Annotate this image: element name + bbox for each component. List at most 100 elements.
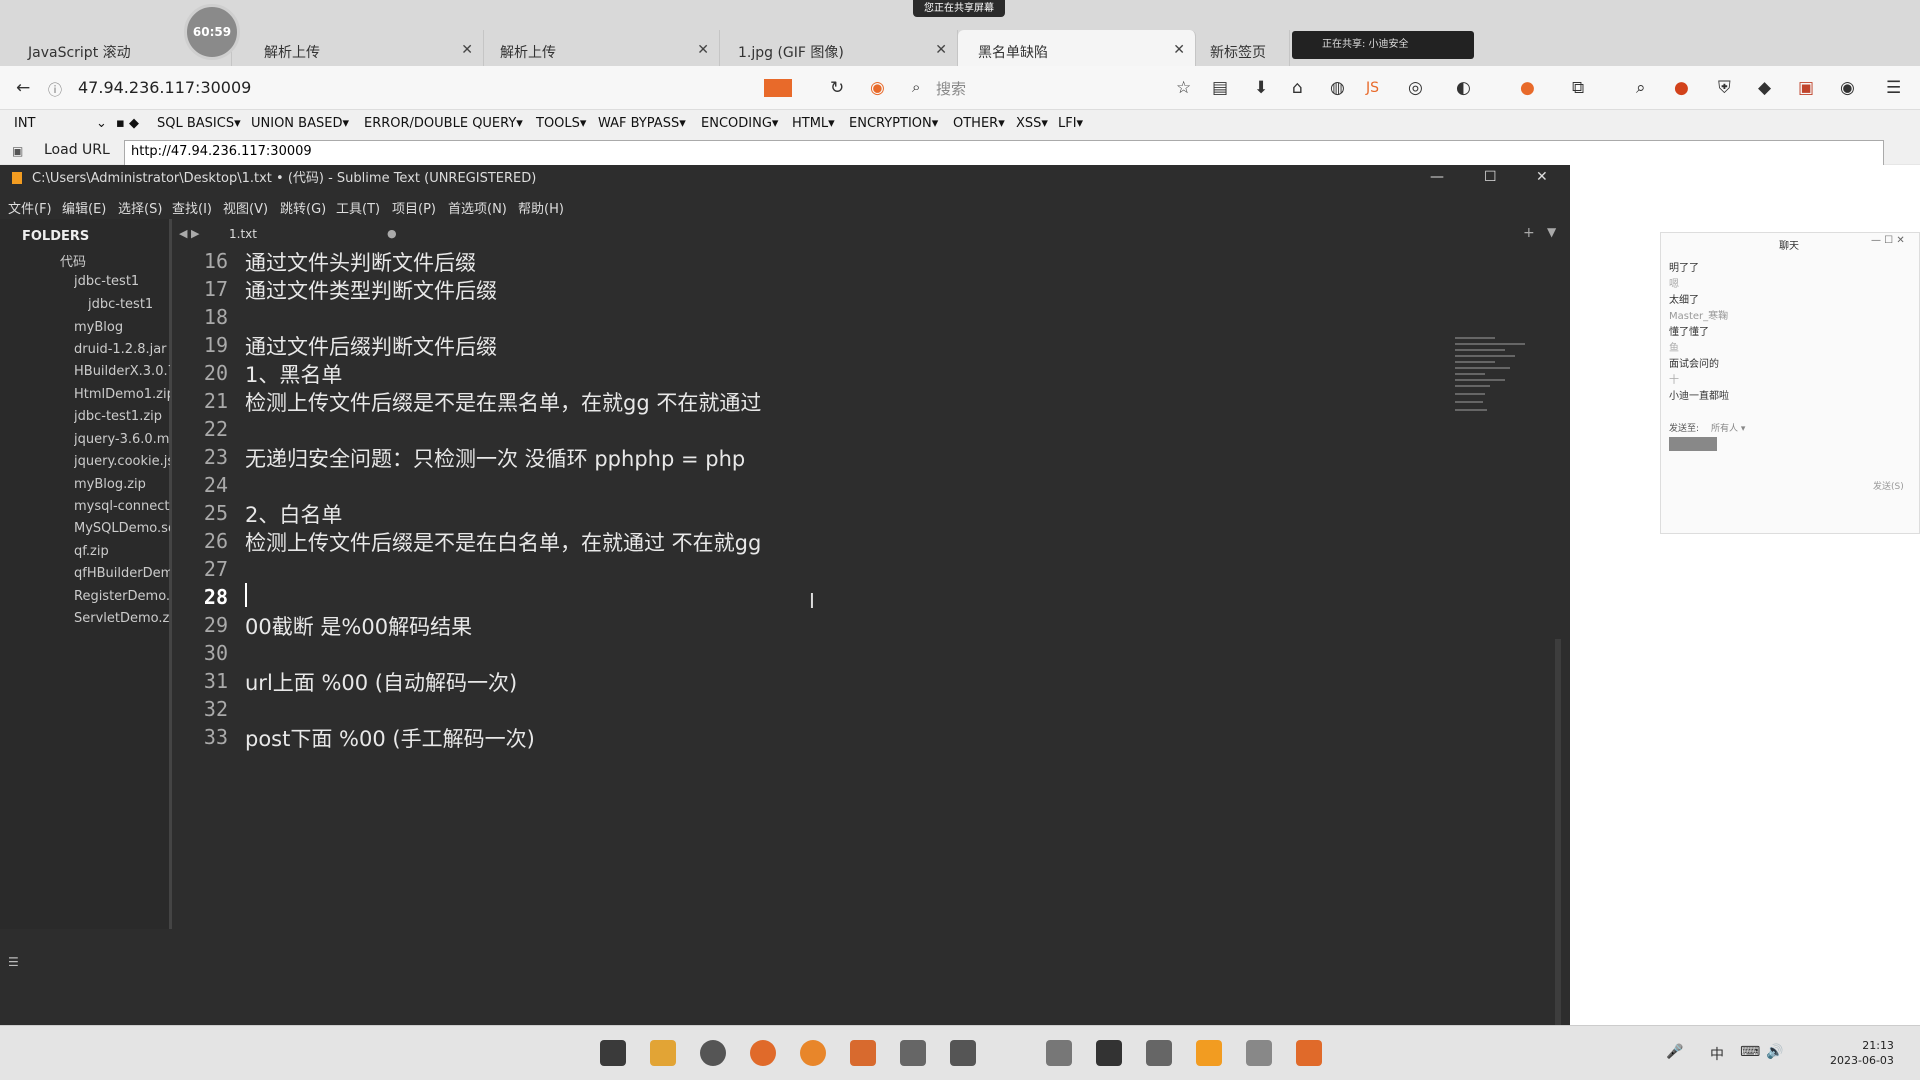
tab-upload-1[interactable]: 解析上传 ✕ (244, 30, 484, 66)
chat-input-selection[interactable] (1669, 437, 1717, 451)
sidebar-item[interactable]: druid-1.2.8.jar (74, 342, 170, 357)
hackbar-xss[interactable]: XSS▾ (1016, 116, 1048, 131)
edge-icon[interactable] (700, 1040, 726, 1066)
app-icon[interactable] (1296, 1040, 1322, 1066)
hackbar-tools[interactable]: TOOLS▾ (536, 116, 586, 131)
home-icon[interactable]: ⌂ (1292, 78, 1303, 98)
microphone-icon[interactable]: 🎤 (1666, 1044, 1683, 1060)
hackbar-waf-bypass[interactable]: WAF BYPASS▾ (598, 116, 686, 131)
fox-icon[interactable]: ● (1520, 78, 1535, 98)
menu-select[interactable]: 选择(S) (118, 198, 162, 217)
hackbar-other[interactable]: OTHER▾ (953, 116, 1005, 131)
menu-file[interactable]: 文件(F) (8, 198, 52, 217)
start-icon[interactable] (600, 1040, 626, 1066)
app-icon[interactable] (900, 1040, 926, 1066)
close-icon[interactable]: ✕ (697, 42, 709, 58)
menu-goto[interactable]: 跳转(G) (280, 198, 326, 217)
js-icon[interactable]: JS (1366, 80, 1379, 96)
chevron-down-icon[interactable]: ▼ (1547, 225, 1556, 239)
chat-window-controls-icon[interactable]: — ☐ ✕ (1871, 235, 1905, 246)
app-icon[interactable]: ▣ (1798, 78, 1814, 98)
system-clock[interactable]: 21:13 2023-06-03 (1830, 1038, 1894, 1068)
menu-edit[interactable]: 编辑(E) (62, 198, 106, 217)
dirty-indicator-icon[interactable]: ● (387, 227, 397, 240)
chevron-down-icon[interactable]: ⌄ (96, 116, 107, 131)
hackbar-lfi[interactable]: LFI▾ (1058, 116, 1083, 131)
sidebar-item[interactable]: jquery.cookie.js (74, 454, 170, 469)
firefox-dev-icon[interactable] (800, 1040, 826, 1066)
hackbar-html[interactable]: HTML▾ (792, 116, 835, 131)
menu-icon[interactable]: ☰ (1886, 78, 1901, 98)
hackbar-int-select[interactable]: INT (14, 116, 36, 131)
sidebar-item[interactable]: jdbc-test1.zip (74, 409, 170, 424)
sidebar-item[interactable]: qfHBuilderDemo (74, 566, 170, 581)
screenshot-icon[interactable]: ⧉ (1572, 78, 1584, 98)
sidebar-item[interactable]: HtmlDemo1.zip (74, 387, 170, 402)
close-icon[interactable]: ✕ (935, 42, 947, 58)
back-icon[interactable]: ← (16, 78, 30, 98)
layers-icon[interactable]: ◆ (1758, 78, 1771, 98)
reader-icon[interactable]: ▤ (1212, 78, 1228, 98)
tab-nav-icon[interactable]: ◀ ▶ (179, 227, 199, 240)
network-icon[interactable]: ⌨ (1740, 1044, 1760, 1060)
tab-file[interactable]: 1.txt (229, 227, 257, 241)
hackbar-union-based[interactable]: UNION BASED▾ (251, 116, 349, 131)
app-icon[interactable] (1146, 1040, 1172, 1066)
sidebar-item[interactable]: jdbc-test1 (74, 274, 170, 289)
sidebar-item[interactable]: 代码 (60, 251, 156, 270)
app-icon[interactable] (950, 1040, 976, 1066)
reload-icon[interactable]: ↻ (830, 78, 844, 98)
tab-blacklist[interactable]: 黑名单缺陷 ✕ (958, 30, 1196, 66)
editor-area[interactable]: 16 通过文件头判断文件后缀 17 通过文件类型判断文件后缀 18 19 通过文件后缀… (175, 249, 1570, 1059)
java-icon[interactable] (1246, 1040, 1272, 1066)
firefox-icon[interactable] (750, 1040, 776, 1066)
menu-view[interactable]: 视图(V) (223, 198, 268, 217)
tab-gif[interactable]: 1.jpg (GIF 图像) ✕ (718, 30, 958, 66)
tab-new[interactable]: 新标签页 (1190, 30, 1290, 66)
menu-project[interactable]: 项目(P) (392, 198, 436, 217)
color-picker-icon[interactable] (764, 79, 792, 97)
profile-icon[interactable]: ◉ (1840, 78, 1855, 98)
sidebar-item[interactable]: myBlog.zip (74, 477, 170, 492)
sidebar-item[interactable]: jdbc-test1 (88, 297, 170, 312)
sublime-icon[interactable] (1196, 1040, 1222, 1066)
menu-preferences[interactable]: 首选项(N) (448, 198, 507, 217)
firefox-icon[interactable]: ◉ (870, 78, 885, 98)
sidebar-item[interactable]: jquery-3.6.0.min (74, 432, 170, 447)
search-input[interactable]: 搜索 (936, 78, 966, 99)
download-icon[interactable]: ⬇ (1254, 78, 1268, 98)
close-icon[interactable]: ✕ (1173, 42, 1185, 58)
minimize-icon[interactable]: — (1430, 169, 1444, 185)
sidebar-item[interactable]: ServletDemo.zip (74, 611, 170, 626)
info-icon[interactable]: ⓘ (48, 80, 62, 100)
palette-icon[interactable]: ◐ (1456, 78, 1471, 98)
hackbar-encryption[interactable]: ENCRYPTION▾ (849, 116, 938, 131)
extension-icon[interactable]: ◎ (1408, 78, 1423, 98)
sidebar-item[interactable]: RegisterDemo.z (74, 589, 170, 604)
sidebar-item[interactable]: mysql-connecto (74, 499, 170, 514)
phpstorm-icon[interactable] (1096, 1040, 1122, 1066)
adblock-icon[interactable]: ● (1674, 78, 1689, 98)
menu-help[interactable]: 帮助(H) (518, 198, 564, 217)
scrollbar[interactable] (1555, 639, 1561, 1059)
app-icon[interactable] (850, 1040, 876, 1066)
send-button[interactable]: 发送(S) (1873, 479, 1904, 492)
menu-find[interactable]: 查找(I) (172, 198, 212, 217)
new-tab-icon[interactable]: + (1523, 225, 1535, 241)
sidebar-item[interactable]: myBlog (74, 320, 170, 335)
list-icon[interactable]: ☰ (8, 955, 19, 969)
send-target-select[interactable]: 所有人 ▾ (1711, 421, 1745, 434)
minimap[interactable] (1455, 337, 1535, 427)
volume-icon[interactable]: 🔊 (1766, 1044, 1783, 1060)
zoom-icon[interactable]: ⌕ (1636, 78, 1646, 98)
sidebar-item[interactable]: HBuilderX.3.0.7. (74, 364, 170, 379)
tab-upload-2[interactable]: 解析上传 ✕ (480, 30, 720, 66)
address-bar[interactable]: 47.94.236.117:30009 (78, 78, 251, 97)
star-icon[interactable]: ☆ (1176, 78, 1191, 98)
hackbar-sql-basics[interactable]: SQL BASICS▾ (157, 116, 241, 131)
load-url-button[interactable]: Load URL (44, 142, 110, 158)
close-icon[interactable]: ✕ (461, 42, 473, 58)
sidebar-item[interactable]: MySQLDemo.sql (74, 521, 170, 536)
maximize-icon[interactable]: ☐ (1484, 169, 1497, 185)
ime-indicator[interactable]: 中 (1710, 1044, 1724, 1064)
